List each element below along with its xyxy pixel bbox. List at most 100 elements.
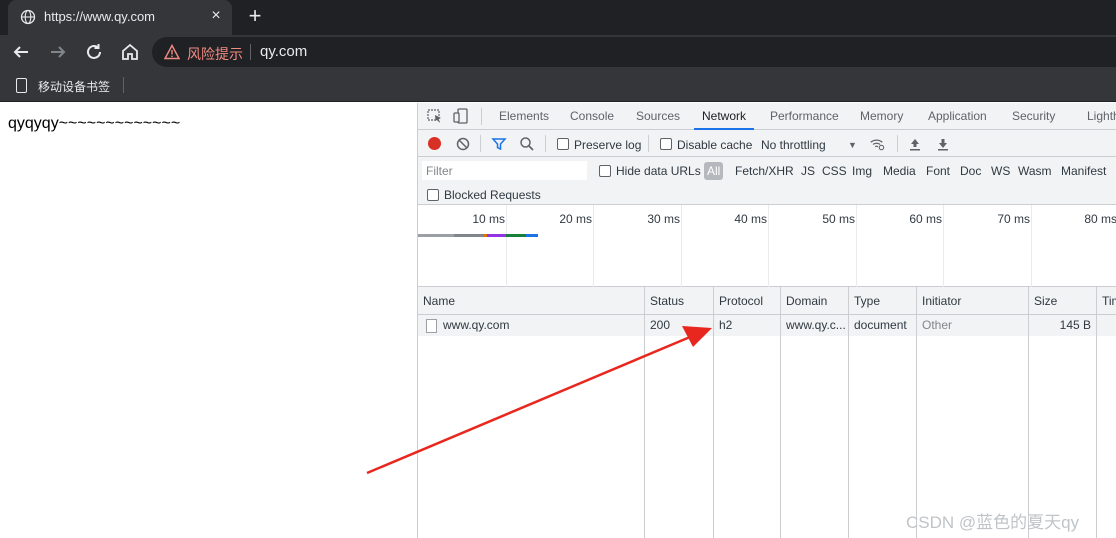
type-filter-css[interactable]: CSS [822,162,847,180]
tab-sources[interactable]: Sources [636,103,680,130]
home-icon[interactable] [117,39,143,65]
bookmarks-divider [123,77,124,93]
address-bar[interactable]: 风险提示 qy.com [152,37,1116,67]
bookmark-folder-mobile[interactable]: 移动设备书签 [38,78,110,95]
timeline-bar-connecting [454,234,484,237]
omnibox-divider [250,44,251,60]
column-header-type[interactable]: Type [849,287,880,315]
globe-icon [20,9,36,25]
column-divider[interactable] [780,287,781,538]
timeline-gridline [768,205,769,287]
column-divider[interactable] [848,287,849,538]
cell-name[interactable]: www.qy.com [438,315,643,336]
cell-protocol: h2 [719,318,733,332]
cell-initiator: Other [922,318,953,332]
download-icon[interactable] [935,136,951,152]
column-header-size[interactable]: Size [1029,287,1057,315]
toolbar-divider [897,135,898,152]
forward-icon[interactable] [45,39,71,65]
tab-security[interactable]: Security [1012,103,1055,130]
inspect-element-icon[interactable] [426,108,444,124]
column-divider[interactable] [916,287,917,538]
throttling-select[interactable]: No throttling [761,138,826,152]
type-filter-all[interactable]: All [704,162,724,180]
chevron-down-icon[interactable]: ▼ [848,140,857,150]
upload-icon[interactable] [907,136,923,152]
tab-console[interactable]: Console [570,103,614,130]
devtools-panel: Elements Console Sources Network Perform… [417,103,1116,538]
type-filter-fetch-xhr[interactable]: Fetch/XHR [735,162,794,180]
network-toolbar: Preserve log Disable cache No throttling… [418,130,1116,157]
type-filter-doc[interactable]: Doc [960,162,981,180]
type-filter-media[interactable]: Media [883,162,916,180]
browser-toolbar: 风险提示 qy.com [0,35,1116,69]
type-filter-ws[interactable]: WS [991,162,1010,180]
blocked-requests-checkbox[interactable] [427,189,439,201]
tab-performance[interactable]: Performance [770,103,839,130]
column-header-time[interactable]: Tim [1097,287,1116,315]
back-icon[interactable] [8,39,34,65]
filter-input[interactable] [422,161,587,180]
timeline-tick-label: 40 ms [734,212,767,226]
warning-icon[interactable] [164,44,180,60]
browser-tab[interactable]: https://www.qy.com × [8,0,232,35]
disable-cache-checkbox[interactable] [660,138,672,150]
disable-cache-label: Disable cache [677,138,753,152]
type-filter-font[interactable]: Font [926,162,950,180]
timeline-bar-download [526,234,538,237]
column-divider[interactable] [1096,287,1097,538]
column-divider[interactable] [1028,287,1029,538]
filter-bar: Hide data URLs All Fetch/XHR JS CSS Img … [418,157,1116,205]
clear-icon[interactable] [455,136,471,152]
network-overview[interactable]: 10 ms 20 ms 30 ms 40 ms 50 ms 60 ms 70 m… [418,205,1116,287]
reload-icon[interactable] [81,39,107,65]
column-divider[interactable] [713,287,714,538]
close-tab-icon[interactable]: × [208,8,224,24]
preserve-log-checkbox[interactable] [557,138,569,150]
timeline-gridline [593,205,594,287]
type-filter-js[interactable]: JS [801,162,815,180]
tab-title: https://www.qy.com [44,9,156,24]
tab-application[interactable]: Application [928,103,987,130]
column-header-protocol[interactable]: Protocol [714,287,763,315]
timeline-bar-waiting [506,234,526,237]
device-toolbar-icon[interactable] [452,108,470,124]
filter-icon[interactable] [491,136,507,152]
page-content: qyqyqy~~~~~~~~~~~~~ [0,103,417,538]
network-conditions-icon[interactable] [869,136,885,152]
tab-elements[interactable]: Elements [499,103,549,130]
table-row[interactable]: www.qy.com 200 h2 www.qy.c... document O… [418,315,1116,336]
timeline-tick-label: 60 ms [909,212,942,226]
record-button[interactable] [428,137,441,150]
tab-memory[interactable]: Memory [860,103,903,130]
column-header-domain[interactable]: Domain [781,287,827,315]
type-filter-img[interactable]: Img [852,162,872,180]
column-header-status[interactable]: Status [645,287,684,315]
hide-data-urls-label: Hide data URLs [616,164,701,178]
type-filter-wasm[interactable]: Wasm [1018,162,1052,180]
hide-data-urls-checkbox[interactable] [599,165,611,177]
column-header-initiator[interactable]: Initiator [917,287,961,315]
column-divider[interactable] [644,287,645,538]
search-icon[interactable] [519,136,535,152]
watermark: CSDN @蓝色的夏天qy [906,513,1080,532]
toolbar-divider [480,135,481,152]
bookmarks-bar: 移动设备书签 [0,69,1116,102]
tab-lighthouse[interactable]: Lighth [1087,103,1116,130]
security-warning-label[interactable]: 风险提示 [187,44,243,64]
tab-strip: https://www.qy.com × + [0,0,1116,35]
tab-network[interactable]: Network [694,103,755,130]
new-tab-button[interactable]: + [244,5,266,27]
cell-type: document [854,318,907,332]
type-filter-manifest[interactable]: Manifest [1061,162,1106,180]
timeline-tick-label: 10 ms [472,212,505,226]
url-text[interactable]: qy.com [260,43,307,60]
timeline-tick-label: 50 ms [822,212,855,226]
cell-status: 200 [650,318,671,332]
table-header: Name Status Protocol Domain Type Initiat… [418,287,1116,315]
browser-window: https://www.qy.com × + 风险提示 qy.com 移动设备书… [0,0,1116,538]
requests-table: Name Status Protocol Domain Type Initiat… [418,287,1116,538]
blocked-requests-label: Blocked Requests [444,188,541,202]
devtools-tabbar: Elements Console Sources Network Perform… [418,103,1116,130]
column-header-name[interactable]: Name [418,287,455,315]
